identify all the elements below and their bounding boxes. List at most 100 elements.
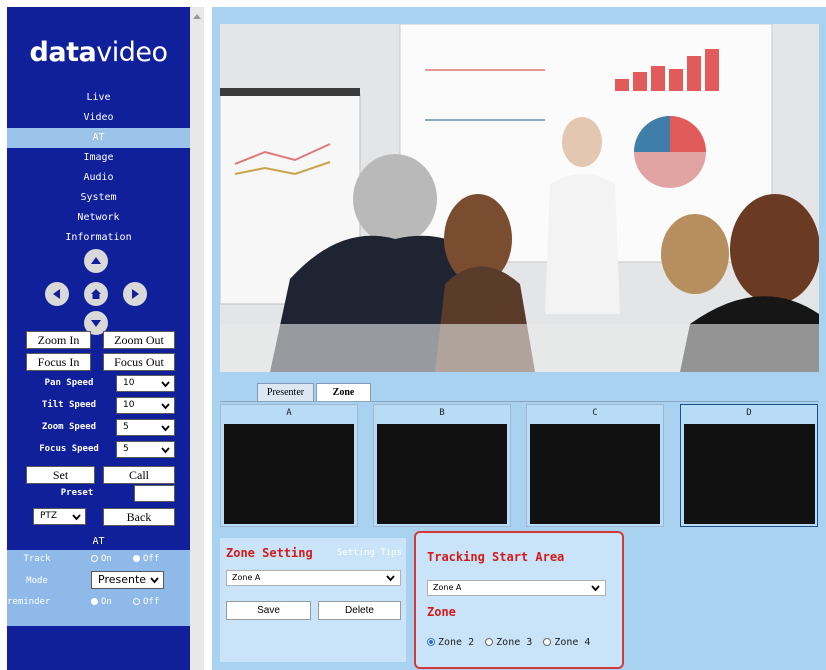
zone-label: A xyxy=(286,408,292,418)
zone-panel-b[interactable]: B xyxy=(373,404,511,527)
zone-panel-a[interactable]: A xyxy=(220,404,358,527)
zone-4-radio[interactable]: Zone 4 xyxy=(543,637,590,648)
chevron-down-icon xyxy=(386,575,395,582)
focus-speed-label: Focus Speed xyxy=(39,444,99,454)
radio-off-icon xyxy=(91,555,98,562)
zone-3-label: Zone 3 xyxy=(496,637,533,648)
sidebar-scrollbar[interactable] xyxy=(190,7,204,670)
zone-3-radio[interactable]: Zone 3 xyxy=(485,637,532,648)
nav-item-at[interactable]: AT xyxy=(7,128,190,148)
radio-on-icon xyxy=(133,555,140,562)
radio-on-icon xyxy=(427,638,435,646)
focus-speed-select[interactable]: 5 xyxy=(116,441,175,458)
zoom-speed-value: 5 xyxy=(123,422,129,432)
zone-title: Zone xyxy=(427,605,456,619)
datavideo-logo: datavideo xyxy=(7,37,190,68)
call-preset-button[interactable]: Call xyxy=(103,466,175,484)
reminder-off-label: Off xyxy=(143,597,160,607)
set-preset-button[interactable]: Set xyxy=(26,466,95,484)
preset-input[interactable] xyxy=(134,485,175,502)
mode-label: Mode xyxy=(26,576,48,586)
track-on-label: On xyxy=(101,554,112,564)
arrow-left-icon[interactable] xyxy=(45,282,69,306)
sidebar: datavideo Live Video AT Image Audio Syst… xyxy=(7,7,190,670)
zoom-out-button[interactable]: Zoom Out xyxy=(103,331,175,349)
chevron-down-icon xyxy=(591,585,600,592)
track-row: Track On Off xyxy=(7,552,190,568)
tab-presenter[interactable]: Presenter xyxy=(257,383,314,402)
radio-off-icon xyxy=(485,638,494,646)
chevron-down-icon xyxy=(161,403,170,410)
tracking-start-area-panel: Tracking Start Area Zone A Zone Zone 2 Z… xyxy=(414,531,624,669)
zone-preview xyxy=(530,424,660,524)
tilt-speed-select[interactable]: 10 xyxy=(116,397,175,414)
ptz-direction-pad xyxy=(7,248,190,338)
tab-zone[interactable]: Zone xyxy=(316,383,371,402)
tracking-mode-value: Presente xyxy=(98,573,147,586)
focus-speed-value: 5 xyxy=(123,444,129,454)
zone-setting-panel: Zone Setting Setting Tips Zone A Save De… xyxy=(220,538,406,662)
nav-item-live[interactable]: Live xyxy=(7,88,190,108)
save-button[interactable]: Save xyxy=(226,601,311,620)
ptz-mode-select[interactable]: PTZ xyxy=(33,508,86,525)
zone-label: D xyxy=(746,408,752,418)
radio-off-icon xyxy=(543,638,552,646)
zone-panel-d[interactable]: D xyxy=(680,404,818,527)
tracking-mode-select[interactable]: Presente xyxy=(91,571,164,589)
delete-button[interactable]: Delete xyxy=(318,601,401,620)
nav-item-system[interactable]: System xyxy=(7,188,190,208)
reminder-off-radio[interactable]: Off xyxy=(133,597,159,607)
pan-speed-label: Pan Speed xyxy=(44,378,94,388)
zone-2-label: Zone 2 xyxy=(438,637,475,648)
back-button[interactable]: Back xyxy=(103,508,175,526)
zone-2-radio[interactable]: Zone 2 xyxy=(427,637,474,648)
logo-part-bold: data xyxy=(29,37,97,68)
tilt-speed-label: Tilt Speed xyxy=(41,400,97,410)
zone-label: B xyxy=(439,408,445,418)
ptz-mode-value: PTZ xyxy=(40,511,58,521)
focus-out-button[interactable]: Focus Out xyxy=(103,353,175,371)
home-icon[interactable] xyxy=(84,282,108,306)
zoom-speed-select[interactable]: 5 xyxy=(116,419,175,436)
reminder-on-radio[interactable]: On xyxy=(91,597,112,607)
zone-preview xyxy=(377,424,507,524)
chevron-down-icon xyxy=(161,425,170,432)
radio-on-icon xyxy=(91,598,98,605)
live-video-preview xyxy=(220,24,819,372)
mode-row: Mode Presente xyxy=(7,571,190,589)
zoom-in-button[interactable]: Zoom In xyxy=(26,331,91,349)
chevron-down-icon xyxy=(150,577,159,584)
tilt-speed-value: 10 xyxy=(123,400,135,410)
focus-in-button[interactable]: Focus In xyxy=(26,353,91,371)
tracking-start-area-select[interactable]: Zone A xyxy=(427,580,606,596)
nav-item-video[interactable]: Video xyxy=(7,108,190,128)
arrow-up-icon[interactable] xyxy=(84,249,108,273)
zoom-speed-label: Zoom Speed xyxy=(41,422,97,432)
track-off-radio[interactable]: Off xyxy=(133,554,159,564)
tab-divider xyxy=(220,401,819,402)
preset-label: Preset xyxy=(60,488,94,498)
zone-panel-c[interactable]: C xyxy=(526,404,664,527)
zone-preview xyxy=(224,424,354,524)
arrow-right-icon[interactable] xyxy=(123,282,147,306)
reminder-row: reminder On Off xyxy=(7,595,190,611)
zone-preview xyxy=(684,424,815,524)
zone-setting-select[interactable]: Zone A xyxy=(226,570,401,586)
logo-part-light: video xyxy=(96,37,168,68)
at-header: AT xyxy=(7,534,190,550)
nav-item-network[interactable]: Network xyxy=(7,208,190,228)
track-label: Track xyxy=(23,554,51,564)
reminder-label: reminder xyxy=(7,597,51,607)
setting-tips-link[interactable]: Setting Tips xyxy=(337,548,402,558)
nav-item-audio[interactable]: Audio xyxy=(7,168,190,188)
reminder-on-label: On xyxy=(101,597,112,607)
track-on-radio[interactable]: On xyxy=(91,554,112,564)
chevron-down-icon xyxy=(161,381,170,388)
nav-item-image[interactable]: Image xyxy=(7,148,190,168)
scroll-up-arrow-icon[interactable] xyxy=(192,12,202,20)
radio-off-icon xyxy=(133,598,140,605)
zone-4-label: Zone 4 xyxy=(554,637,591,648)
pan-speed-select[interactable]: 10 xyxy=(116,375,175,392)
main-nav: Live Video AT Image Audio System Network… xyxy=(7,88,190,248)
nav-item-information[interactable]: Information xyxy=(7,228,190,248)
